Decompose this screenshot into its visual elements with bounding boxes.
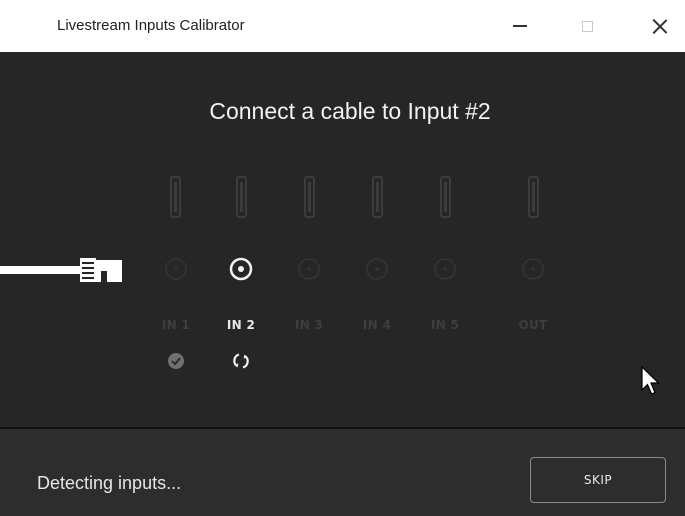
port-label: IN 5 bbox=[430, 318, 460, 332]
port-label: IN 2 bbox=[226, 318, 256, 332]
led-indicator-icon bbox=[521, 257, 545, 281]
calibrator-window: Livestream Inputs Calibrator Connect a c… bbox=[0, 0, 685, 516]
hdmi-cable-icon bbox=[0, 258, 122, 282]
hdmi-port-icon bbox=[440, 176, 451, 218]
maximize-button bbox=[564, 0, 610, 52]
calibration-panel: Connect a cable to Input #2 IN 1 IN 2 IN… bbox=[0, 52, 685, 427]
instruction-heading: Connect a cable to Input #2 bbox=[209, 98, 491, 124]
mouse-pointer-icon bbox=[641, 366, 660, 395]
led-indicator-icon bbox=[297, 257, 321, 281]
hdmi-port-icon bbox=[236, 176, 247, 218]
hdmi-port-icon bbox=[528, 176, 539, 218]
status-text: Detecting inputs... bbox=[37, 473, 182, 493]
port-label: OUT bbox=[518, 318, 548, 332]
led-indicator-icon bbox=[229, 257, 253, 281]
maximize-icon bbox=[581, 20, 593, 32]
hdmi-port-icon bbox=[304, 176, 315, 218]
led-indicator-icon bbox=[433, 257, 457, 281]
window-title: Livestream Inputs Calibrator bbox=[57, 17, 245, 34]
port-label: IN 1 bbox=[161, 318, 191, 332]
hdmi-port-icon bbox=[170, 176, 181, 218]
hdmi-port-icon bbox=[372, 176, 383, 218]
port-label: IN 4 bbox=[362, 318, 392, 332]
skip-button[interactable]: SKIP bbox=[530, 457, 666, 503]
title-bar[interactable]: Livestream Inputs Calibrator bbox=[0, 0, 685, 52]
minimize-button[interactable] bbox=[497, 0, 543, 52]
close-icon bbox=[652, 18, 668, 34]
refresh-icon bbox=[233, 353, 249, 369]
minimize-icon bbox=[513, 25, 527, 27]
footer-bar: Detecting inputs... SKIP bbox=[0, 429, 685, 516]
close-button[interactable] bbox=[637, 0, 683, 52]
port-label: IN 3 bbox=[294, 318, 324, 332]
led-indicator-icon bbox=[365, 257, 389, 281]
check-circle-icon bbox=[168, 353, 184, 369]
led-indicator-icon bbox=[164, 257, 188, 281]
